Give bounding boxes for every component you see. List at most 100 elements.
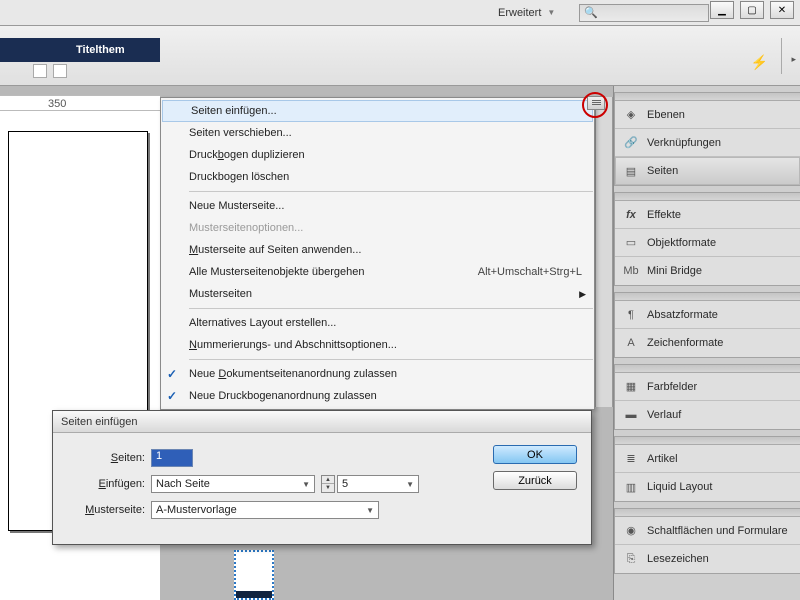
page-spinner[interactable]: ▲▼ — [321, 475, 335, 493]
minimize-button[interactable]: ▁ — [710, 1, 734, 19]
panel-group-header — [615, 437, 800, 445]
master-combo[interactable]: A-Mustervorlage▼ — [151, 501, 379, 519]
panel-group: ▦Farbfelder ▬ Verlauf — [614, 364, 800, 430]
panel-item-para[interactable]: ¶Absatzformate — [615, 301, 800, 329]
cancel-button[interactable]: Zurück — [493, 471, 577, 490]
panel-label: Schaltflächen und Formulare — [647, 525, 788, 537]
panel-item-fx[interactable]: fx Effekte — [615, 201, 800, 229]
panel-label: Zeichenformate — [647, 337, 723, 349]
menu-item[interactable]: Musterseiten ▶ — [161, 283, 594, 305]
panel-label: Farbfelder — [647, 381, 697, 393]
workspace-switcher[interactable]: Erweitert ▼ — [490, 4, 569, 22]
search-input[interactable]: 🔍 — [579, 4, 709, 22]
menu-item-label: Musterseiten — [189, 288, 252, 300]
panel-item-layers[interactable]: ◈ Ebenen — [615, 101, 800, 129]
insert-combo[interactable]: Nach Seite ▼ — [151, 475, 315, 493]
layers-icon: ◈ — [623, 107, 639, 123]
menu-item[interactable]: Seiten einfügen... — [162, 100, 593, 122]
ruler-tick: 350 — [48, 98, 66, 110]
fx-icon: fx — [623, 207, 639, 223]
panel-label: Effekte — [647, 209, 681, 221]
menu-item[interactable]: Seiten verschieben... — [161, 122, 594, 144]
grad-icon: ▬ — [623, 407, 639, 423]
check-icon: ✓ — [167, 367, 177, 381]
panel-group-header — [615, 93, 800, 101]
ok-button[interactable]: OK — [493, 445, 577, 464]
menu-item-label: Alle Musterseitenobjekte übergehen — [189, 266, 365, 278]
insert-combo-value: Nach Seite — [156, 478, 210, 490]
overflow-icon[interactable]: ▸ — [791, 54, 796, 65]
menu-item-label: Druckbogen löschen — [189, 171, 289, 183]
panel-label: Mini Bridge — [647, 265, 702, 277]
panel-item-swatch[interactable]: ▦Farbfelder — [615, 373, 800, 401]
panel-item-liquid[interactable]: ▥ Liquid Layout — [615, 473, 800, 501]
chevron-down-icon: ▼ — [366, 506, 374, 515]
panel-label: Objektformate — [647, 237, 716, 249]
insert-label: Einfügen: — [67, 478, 151, 490]
bolt-icon[interactable]: ⚡ — [751, 54, 768, 71]
page-thumbnail[interactable] — [234, 550, 274, 600]
liquid-icon: ▥ — [623, 479, 639, 495]
app-menubar: Erweitert ▼ 🔍 ▁ ▢ ✕ — [0, 0, 800, 26]
panel-item-link[interactable]: 🔗 Verknüpfungen — [615, 129, 800, 157]
panel-label: Liquid Layout — [647, 481, 712, 493]
menu-item[interactable]: Druckbogen duplizieren — [161, 144, 594, 166]
page-number-combo[interactable]: 5▼ — [337, 475, 419, 493]
menu-shortcut: Alt+Umschalt+Strg+L — [478, 266, 582, 278]
dialog-title: Seiten einfügen — [53, 411, 591, 433]
panel-menu-button[interactable] — [587, 96, 605, 110]
menu-item-label: Musterseitenoptionen... — [189, 222, 303, 234]
menu-item[interactable]: Alle Musterseitenobjekte übergehen Alt+Um… — [161, 261, 594, 283]
spin-up-icon[interactable]: ▲ — [322, 476, 334, 484]
search-icon: 🔍 — [584, 6, 598, 19]
close-button[interactable]: ✕ — [770, 1, 794, 19]
panel-label: Verknüpfungen — [647, 137, 721, 149]
page-thumbnail-area — [198, 550, 318, 598]
panel-item-mb[interactable]: MbMini Bridge — [615, 257, 800, 285]
panel-label: Artikel — [647, 453, 678, 465]
mini-icon-2[interactable] — [53, 64, 67, 78]
link-icon: 🔗 — [623, 135, 639, 151]
menu-item[interactable]: Druckbogen löschen — [161, 166, 594, 188]
panel-item-forms[interactable]: ◉Schaltflächen und Formulare — [615, 517, 800, 545]
menu-item[interactable]: Nummerierungs- und Abschnittsoptionen... — [161, 334, 594, 356]
pages-panel-menu: Seiten einfügen... Seiten verschieben... D… — [160, 97, 595, 410]
mini-icon-1[interactable] — [33, 64, 47, 78]
panel-stack: ◈ Ebenen 🔗 Verknüpfungen ▤Seiten fx Effekte ▭ Ob… — [613, 86, 800, 600]
panel-item-article[interactable]: ≣ Artikel — [615, 445, 800, 473]
ruler: 350 — [0, 95, 160, 111]
menu-separator — [189, 191, 593, 192]
panel-item-pages[interactable]: ▤Seiten — [615, 157, 800, 185]
panel-item-grad[interactable]: ▬ Verlauf — [615, 401, 800, 429]
objstyle-icon: ▭ — [623, 235, 639, 251]
menu-item[interactable]: ✓Neue Druckbogenanordnung zulassen — [161, 385, 594, 407]
spin-down-icon[interactable]: ▼ — [322, 484, 334, 492]
menu-item-label: Neue Musterseite... — [189, 200, 284, 212]
panel-label: Verlauf — [647, 409, 681, 421]
menu-separator — [189, 359, 593, 360]
pages-input[interactable]: 1 — [151, 449, 193, 467]
toolbar-divider — [781, 38, 782, 74]
panel-menu-icon — [592, 100, 601, 107]
panel-group: ¶AbsatzformateAZeichenformate — [614, 292, 800, 358]
panel-label: Ebenen — [647, 109, 685, 121]
insert-pages-dialog: Seiten einfügen Seiten: 1 Einfügen: Nach… — [52, 410, 592, 545]
panel-item-bookmark[interactable]: ⎘Lesezeichen — [615, 545, 800, 573]
check-icon: ✓ — [167, 389, 177, 403]
menu-item[interactable]: Musterseite auf Seiten anwenden... — [161, 239, 594, 261]
article-icon: ≣ — [623, 451, 639, 467]
menu-item[interactable]: Alternatives Layout erstellen... — [161, 312, 594, 334]
panel-group-header — [615, 193, 800, 201]
menu-item-label: Seiten verschieben... — [189, 127, 292, 139]
panel-item-char[interactable]: AZeichenformate — [615, 329, 800, 357]
menu-item[interactable]: Neue Musterseite... — [161, 195, 594, 217]
panel-group-header — [615, 293, 800, 301]
window-controls: ▁ ▢ ✕ — [710, 1, 794, 19]
chevron-down-icon: ▼ — [302, 480, 310, 489]
submenu-arrow-icon: ▶ — [579, 289, 586, 300]
panel-item-objstyle[interactable]: ▭ Objektformate — [615, 229, 800, 257]
workspace-label: Erweitert — [498, 7, 541, 19]
para-icon: ¶ — [623, 307, 639, 323]
menu-item[interactable]: ✓Neue Dokumentseitenanordnung zulassen — [161, 363, 594, 385]
maximize-button[interactable]: ▢ — [740, 1, 764, 19]
